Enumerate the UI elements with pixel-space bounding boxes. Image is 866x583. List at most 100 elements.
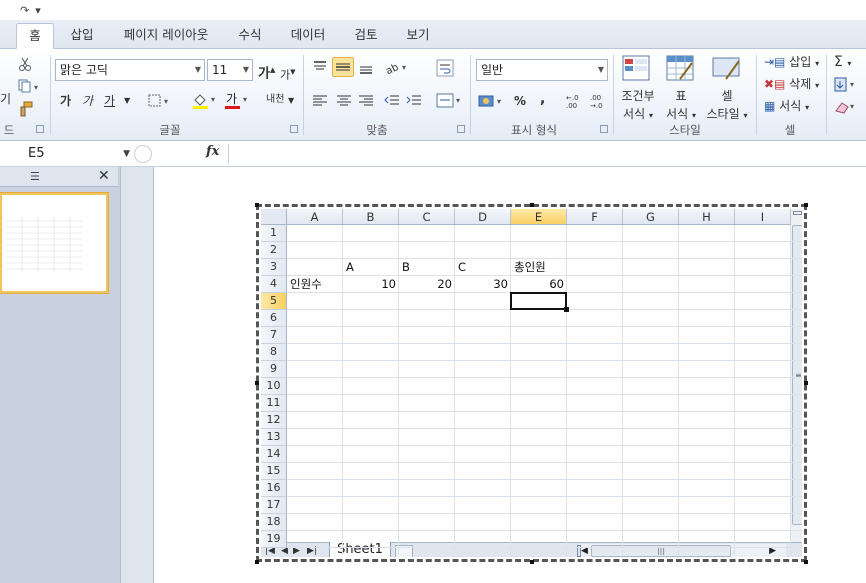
font-size-combo[interactable]: 11 ▼ [207,59,253,81]
formula-bar-splitter[interactable] [134,145,152,163]
align-top-icon[interactable] [312,59,328,75]
cell-d4[interactable]: 30 [455,276,511,293]
slide-thumbnail[interactable] [0,193,108,293]
align-center-icon[interactable] [336,94,352,108]
number-format-combo[interactable]: 일반 ▼ [476,59,608,81]
cell-styles-icon[interactable] [712,55,742,83]
column-header-a[interactable]: A [287,209,343,225]
merge-center-icon[interactable]: ▾ [436,93,464,109]
tab-data[interactable]: 데이터 [282,23,334,49]
row-header-18[interactable]: 18 [261,514,287,531]
row-header-3[interactable]: 3 [261,259,287,276]
align-bottom-icon[interactable] [358,59,374,75]
resize-handle[interactable] [804,203,808,207]
copy-icon[interactable]: ▾ [18,79,42,93]
formula-input[interactable] [232,144,862,164]
embedded-worksheet[interactable]: ≡ |◀ ◀ ▶ ▶| Sheet1 ◀ ||| ▶ ABCDEFGHI1234… [256,204,807,562]
italic-button[interactable]: 가 [82,92,93,110]
resize-handle[interactable] [255,381,259,385]
column-header-b[interactable]: B [343,209,399,225]
fill-handle[interactable] [564,307,569,312]
text-orientation-icon[interactable]: ab ▾ [384,59,410,77]
resize-handle[interactable] [804,560,808,564]
cell-c3[interactable]: B [399,259,455,276]
cell-e4[interactable]: 60 [511,276,567,293]
paste-label-partial[interactable]: 기 [0,90,11,108]
name-box[interactable]: E5 ▼ [0,143,134,165]
percent-style-button[interactable]: % [514,92,526,110]
increase-indent-icon[interactable] [406,94,422,108]
font-launcher[interactable] [290,125,298,133]
align-left-icon[interactable] [312,94,328,108]
insert-function-icon[interactable]: fx [206,144,219,159]
shrink-font-button[interactable]: 가▼ [280,63,296,85]
column-header-c[interactable]: C [399,209,455,225]
row-header-4[interactable]: 4 [261,276,287,293]
split-box[interactable] [793,211,802,215]
column-header-h[interactable]: H [679,209,735,225]
row-header-14[interactable]: 14 [261,446,287,463]
grow-font-button[interactable]: 가▲ [258,61,275,83]
last-sheet-icon[interactable]: ▶| [307,543,317,557]
format-painter-icon[interactable] [18,101,34,117]
fill-icon[interactable]: ▾ [834,77,862,93]
row-header-17[interactable]: 17 [261,497,287,514]
increase-decimal-icon[interactable]: ←.0.00 [566,93,584,110]
conditional-formatting-icon[interactable] [622,55,652,83]
align-right-icon[interactable] [358,94,374,108]
column-header-e[interactable]: E [511,209,567,225]
tab-review[interactable]: 검토 [344,23,388,49]
decrease-indent-icon[interactable] [384,94,400,108]
row-header-7[interactable]: 7 [261,327,287,344]
tab-home[interactable]: 홈 [16,23,54,49]
resize-handle[interactable] [530,560,534,564]
resize-handle[interactable] [255,560,259,564]
next-sheet-icon[interactable]: ▶ [293,543,300,557]
font-name-combo[interactable]: 맑은 고딕 ▼ [55,59,205,81]
borders-icon[interactable]: ▾ [148,94,172,108]
chevron-down-icon[interactable]: ▼ [124,92,130,110]
resize-handle[interactable] [530,203,534,207]
conditional-formatting-button[interactable]: 조건부 서식 ▾ [618,87,658,125]
chevron-down-icon[interactable]: ▼ [288,92,294,110]
cut-icon[interactable] [18,57,32,71]
phonetic-guide-button[interactable]: 내천 [266,91,284,109]
close-icon[interactable]: ✕ [98,168,110,184]
align-middle-icon[interactable] [332,57,354,77]
cell-a4[interactable]: 인원수 [287,276,343,293]
row-header-15[interactable]: 15 [261,463,287,480]
row-header-6[interactable]: 6 [261,310,287,327]
clear-icon[interactable]: ▾ [834,99,862,115]
bold-button[interactable]: 가 [60,92,71,110]
row-header-11[interactable]: 11 [261,395,287,412]
comma-style-button[interactable]: , [540,90,545,108]
clipboard-launcher[interactable] [36,125,44,133]
alignment-launcher[interactable] [457,125,465,133]
qat-customize-button[interactable]: ▾ [35,4,41,17]
autosum-button[interactable]: Σ ▾ [834,53,851,73]
active-cell-e5[interactable] [510,292,567,310]
row-header-19[interactable]: 19 [261,531,287,548]
insert-cells-button[interactable]: ⇥▤ 삽입 ▾ [764,53,824,73]
accounting-format-icon[interactable]: ▾ [478,93,506,109]
tab-page-layout[interactable]: 페이지 레이아웃 [112,23,220,49]
format-as-table-icon[interactable] [666,55,696,83]
row-header-10[interactable]: 10 [261,378,287,395]
outline-tab-icon[interactable]: ☰ [30,170,40,183]
underline-button[interactable]: 가 [104,92,115,110]
decrease-decimal-icon[interactable]: .00 →.0 [590,93,608,110]
tab-formulas[interactable]: 수식 [228,23,272,49]
row-header-9[interactable]: 9 [261,361,287,378]
row-header-2[interactable]: 2 [261,242,287,259]
column-header-g[interactable]: G [623,209,679,225]
row-header-12[interactable]: 12 [261,412,287,429]
column-header-d[interactable]: D [455,209,511,225]
cell-c4[interactable]: 20 [399,276,455,293]
row-header-5[interactable]: 5 [261,293,287,310]
sheet-tab-sheet1[interactable]: Sheet1 [329,542,391,557]
wrap-text-icon[interactable] [436,59,454,77]
horizontal-scrollbar[interactable]: ◀ ||| ▶ [581,544,786,557]
number-launcher[interactable] [600,125,608,133]
row-header-13[interactable]: 13 [261,429,287,446]
cell-styles-button[interactable]: 셀 스타일 ▾ [704,87,750,125]
